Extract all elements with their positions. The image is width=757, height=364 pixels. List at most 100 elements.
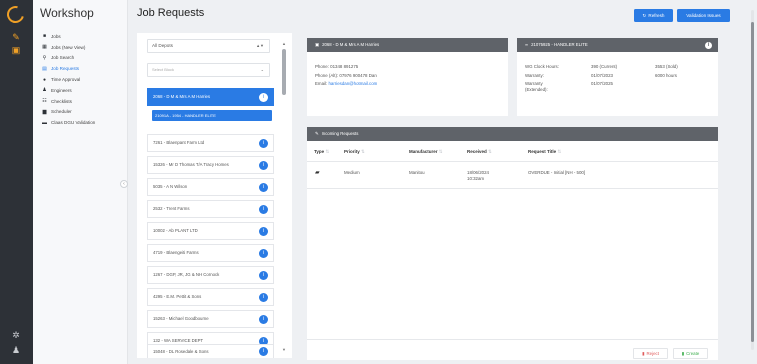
list-icon: ▤ xyxy=(42,65,47,72)
job-list-item[interactable]: 4295 - E.M. Pettit & Sons i xyxy=(147,288,274,306)
block-select[interactable]: Select Block ⌄ xyxy=(147,63,270,77)
job-list-item[interactable]: 15326 - Mr D Thomas T/A Tracy Homes i xyxy=(147,156,274,174)
sidebar-item-label: Time Approval xyxy=(51,77,81,83)
list-scrollbar[interactable] xyxy=(282,49,286,95)
sidebar-collapse-button[interactable]: ‹ xyxy=(120,180,128,188)
sidebar-item-label: Job Search xyxy=(51,55,75,61)
sidebar-item-label: Jobs xyxy=(51,33,61,39)
column-header-type[interactable]: Type ⇅ xyxy=(314,149,329,155)
wrench-icon[interactable]: ✎ xyxy=(9,32,23,42)
machine-card: ∞ 21075925 - HANDLER ELITE i WG Clock Hour… xyxy=(517,38,718,116)
chevron-down-icon: ▲▼ xyxy=(256,43,264,48)
scroll-down-arrow[interactable]: ▼ xyxy=(282,347,286,352)
info-icon[interactable]: i xyxy=(259,292,268,302)
sidebar-item-engineers[interactable]: ♟ Engineers xyxy=(41,85,95,96)
row-received: 18/06/2024 10:32am xyxy=(467,170,489,182)
job-list-item-selected[interactable]: 2068 - D M & Mrs A M Harries i xyxy=(147,88,274,106)
customer-name: 2068 - D M & Mrs A M Harries xyxy=(322,42,380,47)
column-header-request-title[interactable]: Request Title ⇅ xyxy=(528,149,561,155)
toolbox-icon[interactable]: ▣ xyxy=(9,45,23,55)
reject-label: Reject xyxy=(646,351,659,356)
clock-hours-value: 390 (Current) xyxy=(591,64,618,69)
checklist-icon: ☷ xyxy=(42,98,47,105)
customer-contact: Phone: 01348 891275 Phone (Alt): 07976 9… xyxy=(315,63,377,89)
column-label: Type xyxy=(314,149,325,154)
folder-icon: ▬ xyxy=(42,119,47,126)
job-label: 15263 - Michael Goodbourne xyxy=(153,316,209,321)
app-logo xyxy=(3,2,28,27)
job-label: 15048 - DL Rosedale & Sons xyxy=(153,349,209,354)
sidebar-item-jobs[interactable]: ■ Jobs xyxy=(41,31,95,42)
sidebar-item-job-search[interactable]: ⚲ Job Search xyxy=(41,53,95,64)
divider xyxy=(307,339,718,340)
chevron-down-icon: ⌄ xyxy=(260,67,264,72)
job-list-item[interactable]: 2532 - Trent Farms i xyxy=(147,200,274,218)
column-label: Request Title xyxy=(528,149,557,154)
column-header-priority[interactable]: Priority ⇅ xyxy=(344,149,365,155)
job-label: 2068 - D M & Mrs A M Harries xyxy=(153,94,211,99)
validation-issues-button[interactable]: Validation Issues xyxy=(677,9,730,22)
job-list-item[interactable]: 4719 - Blaengeiti Farms i xyxy=(147,244,274,262)
job-label: 5035 - A N Wilson xyxy=(153,184,188,189)
job-list-item[interactable]: 15048 - DL Rosedale & Sons i xyxy=(147,344,274,358)
column-header-received[interactable]: Received ⇅ xyxy=(467,149,492,155)
trash-icon: ▮ xyxy=(642,350,645,356)
scroll-up-arrow[interactable]: ▲ xyxy=(282,41,286,46)
customer-card: ▣ 2068 - D M & Mrs A M Harries Phone: 013… xyxy=(307,38,508,116)
page-title: Job Requests xyxy=(137,7,205,19)
info-icon[interactable]: i xyxy=(259,314,268,324)
incoming-requests-title: Incoming Requests xyxy=(321,131,359,136)
refresh-button[interactable]: ↻ Refresh xyxy=(634,9,673,22)
info-icon[interactable]: i xyxy=(705,41,712,49)
refresh-label: Refresh xyxy=(648,13,665,18)
info-icon[interactable]: i xyxy=(259,160,268,170)
job-label: 1267 - DGP, JR, JG & NH Cornock xyxy=(153,272,220,277)
sidebar-item-label: Job Requests xyxy=(51,66,80,72)
job-list-item[interactable]: 10002 - Ab PLANT LTD i xyxy=(147,222,274,240)
tractor-icon: ▰ xyxy=(315,170,320,176)
info-icon[interactable]: i xyxy=(259,248,268,258)
sidebar-item-scheduler[interactable]: ▆ Scheduler xyxy=(41,107,95,118)
warranty-hours-value: 6000 hours xyxy=(655,72,677,78)
sidebar-item-label: Engineers xyxy=(51,87,72,93)
sidebar-item-time-approval[interactable]: ● Time Approval xyxy=(41,74,95,85)
divider xyxy=(307,188,718,189)
job-list-item[interactable]: 1267 - DGP, JR, JG & NH Cornock i xyxy=(147,266,274,284)
sidebar-item-jobs-new-view[interactable]: ▦ Jobs (New View) xyxy=(41,42,95,53)
customer-email-link[interactable]: harriesdan@hotmail.com xyxy=(328,81,377,86)
clock-hours-label: WG Clock Hours: xyxy=(525,64,559,69)
users-icon: ♟ xyxy=(42,87,47,94)
scheduler-icon: ▆ xyxy=(42,108,47,115)
info-icon[interactable]: i xyxy=(259,92,268,102)
block-select-placeholder: Select Block xyxy=(152,67,175,72)
reject-button[interactable]: ▮ Reject xyxy=(633,348,668,359)
sidebar-item-job-requests[interactable]: ▤ Job Requests xyxy=(41,63,95,74)
page-scrollbar[interactable] xyxy=(751,22,754,342)
info-icon[interactable]: i xyxy=(259,182,268,192)
job-list-panel: All Depots ▲▼ Select Block ⌄ ▲ ▼ 2068 - D … xyxy=(137,33,292,358)
info-icon[interactable]: i xyxy=(259,347,268,356)
job-label: 15326 - Mr D Thomas T/A Tracy Homes xyxy=(153,162,229,167)
user-icon[interactable]: ♟ xyxy=(9,345,23,355)
sidebar-item-label: Claas DGU Validation xyxy=(51,120,96,126)
create-button[interactable]: ▮ Create xyxy=(673,348,708,359)
info-icon[interactable]: i xyxy=(259,138,268,148)
machine-extra: 3553 (Sold) 6000 hours xyxy=(655,63,678,80)
job-list-item[interactable]: 7261 - Blaenpant Farm Ltd i xyxy=(147,134,274,152)
row-received-time: 10:32am xyxy=(467,176,485,181)
info-icon[interactable]: i xyxy=(259,226,268,236)
job-list-item[interactable]: 15263 - Michael Goodbourne i xyxy=(147,310,274,328)
machine-labels: WG Clock Hours: Warranty: Warranty (Exte… xyxy=(525,63,559,93)
machine-name: 21075925 - HANDLER ELITE xyxy=(531,42,588,47)
sidebar-item-checklists[interactable]: ☷ Checklists xyxy=(41,96,95,107)
machine-tag[interactable]: 21091A - 1954 - HANDLER ELITE xyxy=(152,110,272,121)
depot-select-value: All Depots xyxy=(152,43,173,48)
sidebar-item-claas-dgu-validation[interactable]: ▬ Claas DGU Validation xyxy=(41,117,95,128)
row-manufacturer: Manitou xyxy=(409,170,425,175)
column-header-manufacturer[interactable]: Manufacturer ⇅ xyxy=(409,149,443,155)
info-icon[interactable]: i xyxy=(259,270,268,280)
depot-select[interactable]: All Depots ▲▼ xyxy=(147,39,270,53)
gear-icon[interactable]: ✲ xyxy=(9,330,23,340)
info-icon[interactable]: i xyxy=(259,204,268,214)
job-list-item[interactable]: 5035 - A N Wilson i xyxy=(147,178,274,196)
